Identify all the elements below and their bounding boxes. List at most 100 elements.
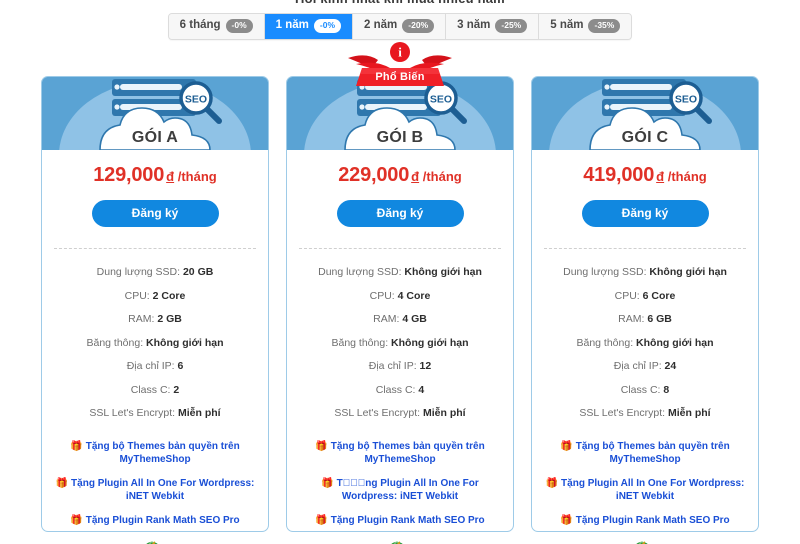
term-tab-0[interactable]: 6 tháng -0% bbox=[168, 14, 265, 39]
spec-item: Địa chỉ IP: 12 bbox=[295, 355, 505, 379]
spec-label: RAM: bbox=[128, 313, 155, 326]
spec-value: 24 bbox=[664, 360, 677, 373]
spec-item: Dung lượng SSD: Không giới hạn bbox=[540, 261, 750, 285]
page-headline: Hồi kinh nhất khi mua nhiều năm bbox=[0, 0, 800, 6]
spec-label: CPU: bbox=[614, 289, 640, 302]
spec-item: Class C: 4 bbox=[295, 379, 505, 403]
signup-button[interactable]: Đăng ký bbox=[336, 200, 464, 227]
spec-value: 12 bbox=[419, 360, 432, 373]
package-name: GÓI C bbox=[621, 129, 669, 146]
spec-value: 8 bbox=[663, 383, 670, 396]
price-row: 129,000 đ /tháng bbox=[42, 165, 268, 185]
spec-label: SSL Let's Encrypt: bbox=[89, 407, 176, 420]
spec-label: Băng thông: bbox=[331, 336, 389, 349]
price-period: /tháng bbox=[667, 169, 707, 184]
bonus-item[interactable]: 🎁 Tặng Plugin Rank Math SEO Pro bbox=[542, 509, 748, 533]
spec-label: RAM: bbox=[373, 313, 400, 326]
pricing-page: Hồi kinh nhất khi mua nhiều năm 6 tháng-… bbox=[0, 0, 800, 544]
spec-value: Miễn phí bbox=[422, 407, 466, 420]
term-tab-4[interactable]: 5 năm -35% bbox=[539, 14, 632, 39]
bonus-item[interactable]: 🎁 T   ng Plugin All In One For Wordpress:… bbox=[297, 472, 503, 509]
bonus-item[interactable]: 🎁 Tặng Plugin All In One For Wordpress: i… bbox=[542, 472, 748, 509]
price-amount: 419,000 bbox=[583, 164, 655, 186]
gift-icon: 🎁 bbox=[560, 514, 573, 526]
cta-container: Đăng ký bbox=[287, 200, 513, 227]
svg-text:SEO: SEO bbox=[185, 94, 207, 106]
card-header-illustration: SEO GÓI A bbox=[42, 77, 268, 150]
spec-item: SSL Let's Encrypt: Miễn phí bbox=[295, 402, 505, 426]
price-unit: đ /tháng bbox=[166, 169, 217, 184]
bonus-label: Tặng bộ Themes bản quyền trên MyThemeSho… bbox=[330, 440, 485, 466]
spec-value: Miễn phí bbox=[177, 407, 221, 420]
spec-value: Không giới hạn bbox=[391, 336, 469, 349]
spec-value: 20 GB bbox=[182, 266, 214, 279]
spec-item: RAM: 6 GB bbox=[540, 308, 750, 332]
spec-value: Không giới hạn bbox=[404, 266, 482, 279]
spec-label: RAM: bbox=[618, 313, 645, 326]
spec-label: SSL Let's Encrypt: bbox=[579, 407, 666, 420]
bonus-item[interactable]: 🎁 Tặng Plugin All In One For Wordpress: i… bbox=[52, 472, 258, 509]
bonus-list: 🎁 Tặng bộ Themes bản quyền trên MyThemeSh… bbox=[287, 435, 513, 533]
gift-icon: 🎁 bbox=[545, 477, 559, 489]
spec-value: 6 Core bbox=[642, 289, 676, 302]
spec-value: 2 Core bbox=[152, 289, 186, 302]
spec-list: Dung lượng SSD: Không giới hạn CPU: 6 Cor… bbox=[532, 249, 758, 426]
spec-label: Dung lượng SSD: bbox=[96, 266, 181, 279]
term-tab-discount-badge: -25% bbox=[495, 19, 528, 33]
package-name: GÓI B bbox=[376, 129, 424, 146]
bonus-item[interactable]: 🎁 Tặng bộ Themes bản quyền trên MyThemeSh… bbox=[542, 435, 748, 472]
term-tab-1[interactable]: 1 năm -0% bbox=[264, 14, 354, 39]
spec-value: Không giới hạn bbox=[146, 336, 224, 349]
spec-label: SSL Let's Encrypt: bbox=[334, 407, 421, 420]
bonus-label: Tặng bộ Themes bản quyền trên MyThemeSho… bbox=[85, 440, 240, 466]
currency-symbol: đ bbox=[166, 169, 175, 184]
spec-label: Băng thông: bbox=[86, 336, 144, 349]
signup-button[interactable]: Đăng ký bbox=[581, 200, 709, 227]
term-tab-3[interactable]: 3 năm -25% bbox=[446, 14, 540, 39]
bonus-item[interactable]: 🎁 Tặng bộ Themes bản quyền trên MyThemeSh… bbox=[297, 435, 503, 472]
term-tab-2[interactable]: 2 năm -20% bbox=[353, 14, 447, 39]
bonus-item[interactable]: 🎁 Tặng bộ Themes bản quyền trên MyThemeSh… bbox=[52, 435, 258, 472]
spec-item: SSL Let's Encrypt: Miễn phí bbox=[540, 402, 750, 426]
svg-text:SEO: SEO bbox=[675, 94, 697, 106]
cta-container: Đăng ký bbox=[42, 200, 268, 227]
bonus-item[interactable]: 🎁 Tặng Plugin Rank Math SEO Pro bbox=[297, 509, 503, 533]
bonus-item[interactable]: 🎁 Tặng Plugin Rank Math SEO Pro bbox=[52, 509, 258, 533]
spec-list: Dung lượng SSD: 20 GB CPU: 2 Core RAM: 2 G… bbox=[42, 249, 268, 426]
spec-value: Miễn phí bbox=[667, 407, 711, 420]
svg-text:i: i bbox=[398, 45, 402, 60]
spec-item: Băng thông: Không giới hạn bbox=[540, 332, 750, 356]
spec-label: Địa chỉ IP: bbox=[613, 360, 662, 373]
spec-item: RAM: 4 GB bbox=[295, 308, 505, 332]
bonus-label: Tặng Plugin All In One For Wordpress: iN… bbox=[71, 477, 255, 503]
spec-label: Địa chỉ IP: bbox=[368, 360, 417, 373]
card-header-illustration: SEO GÓI C bbox=[532, 77, 758, 150]
spec-item: Địa chỉ IP: 24 bbox=[540, 355, 750, 379]
spec-value: 2 bbox=[173, 383, 180, 396]
spec-label: Dung lượng SSD: bbox=[318, 266, 402, 279]
pricing-cards-row: SEO GÓI A 129,000 đ /tháng Đăng ký Dung l… bbox=[0, 42, 800, 544]
spec-value: 4 GB bbox=[402, 313, 427, 326]
term-tabs[interactable]: 6 tháng -0% 1 năm -0% 2 năm -20% 3 năm -25% 5 nă… bbox=[167, 13, 633, 40]
spec-item: RAM: 2 GB bbox=[50, 308, 260, 332]
spec-value: 6 GB bbox=[647, 313, 672, 326]
spec-value: Không giới hạn bbox=[649, 266, 727, 279]
spec-label: CPU: bbox=[369, 289, 395, 302]
price-row: 229,000 đ /tháng bbox=[287, 165, 513, 185]
term-tab-discount-badge: -0% bbox=[225, 19, 253, 33]
price-unit: đ /tháng bbox=[656, 169, 707, 184]
gift-icon: 🎁 bbox=[70, 440, 83, 452]
term-tabs-container: 6 tháng -0% 1 năm -0% 2 năm -20% 3 năm -25% 5 nă… bbox=[0, 13, 800, 40]
signup-button[interactable]: Đăng ký bbox=[91, 200, 219, 227]
spec-label: Class C: bbox=[130, 383, 171, 396]
spec-value: 4 bbox=[418, 383, 425, 396]
card-header-illustration: SEO GÓI B bbox=[287, 77, 513, 150]
spec-value: 4 Core bbox=[397, 289, 431, 302]
spec-item: Địa chỉ IP: 6 bbox=[50, 355, 260, 379]
spec-item: CPU: 2 Core bbox=[50, 285, 260, 309]
gift-icon: 🎁 bbox=[315, 514, 328, 526]
spec-item: Băng thông: Không giới hạn bbox=[295, 332, 505, 356]
price-period: /tháng bbox=[177, 169, 217, 184]
spec-label: CPU: bbox=[124, 289, 150, 302]
spec-item: SSL Let's Encrypt: Miễn phí bbox=[50, 402, 260, 426]
